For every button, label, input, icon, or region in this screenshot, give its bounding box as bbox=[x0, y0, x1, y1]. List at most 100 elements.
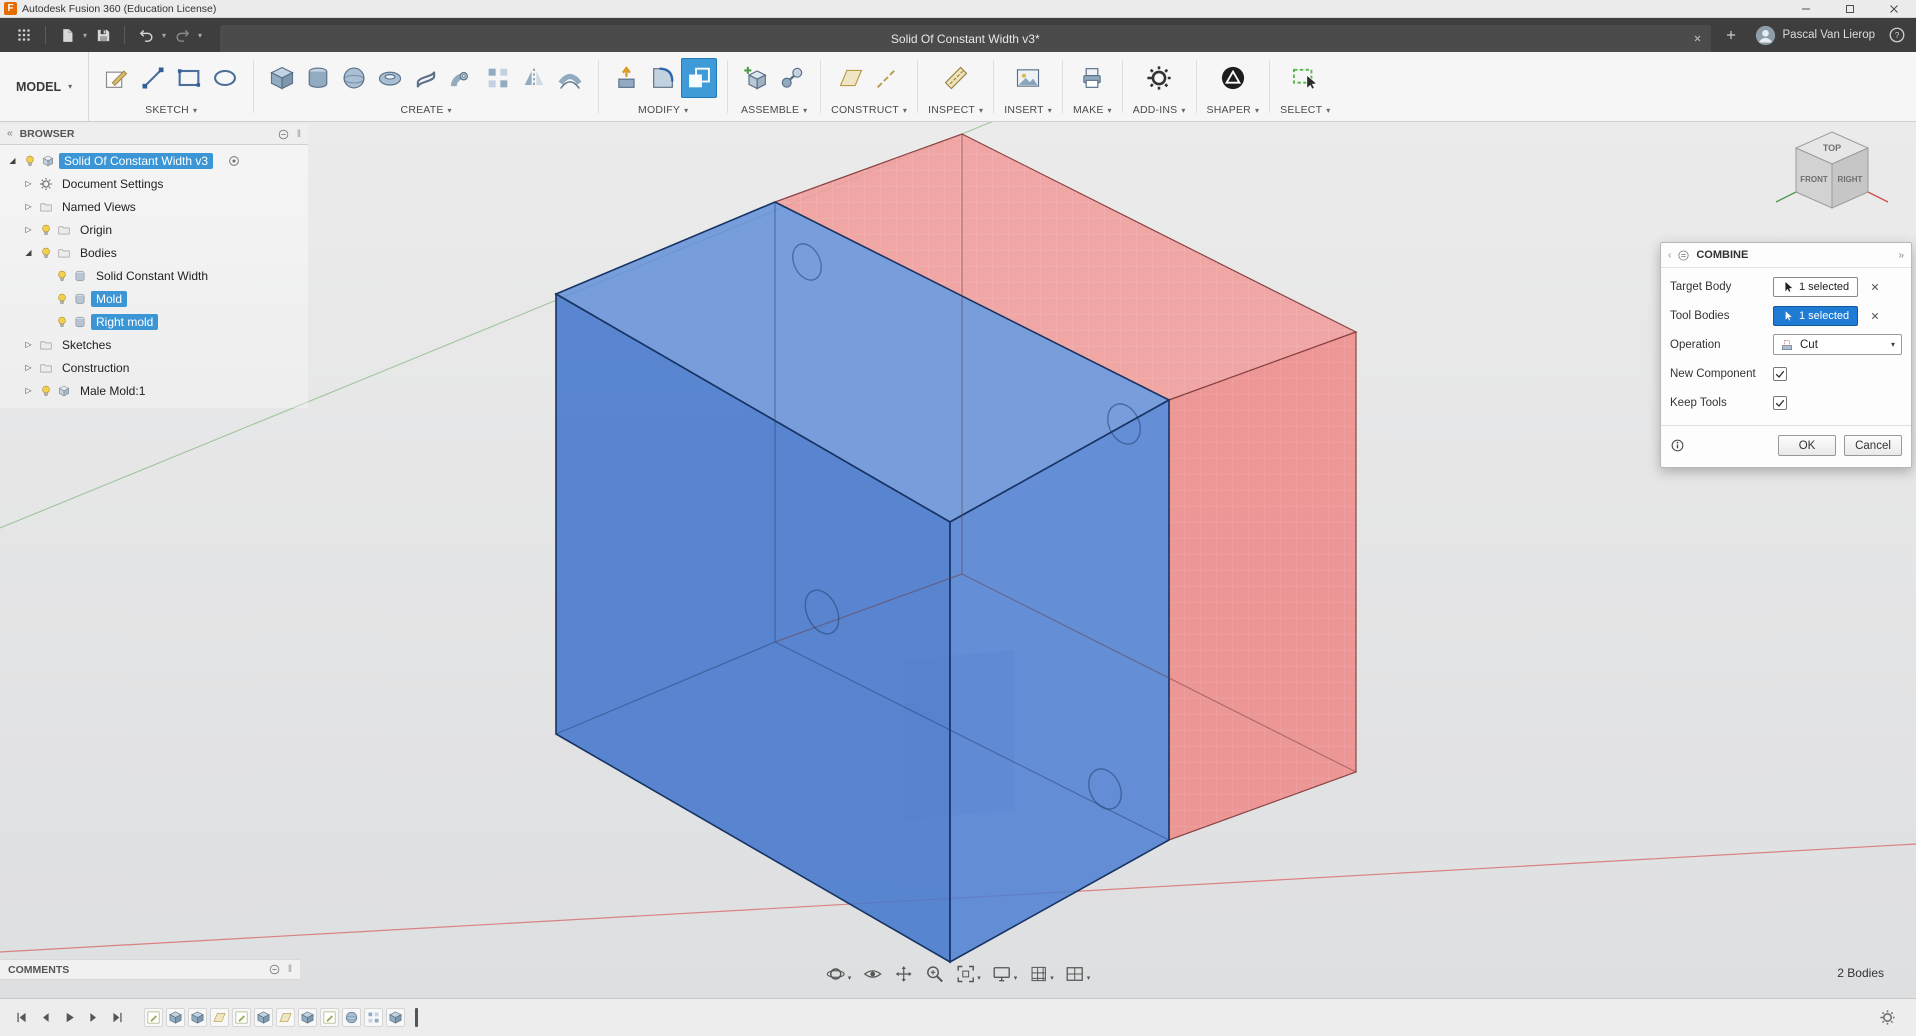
app-grid-icon[interactable] bbox=[11, 22, 37, 48]
select-window-icon[interactable] bbox=[1287, 58, 1323, 98]
browser-item-male-mold-1[interactable]: ▷ Male Mold:1 bbox=[0, 379, 308, 402]
browser-header[interactable]: « BROWSER ‖ bbox=[0, 124, 308, 145]
sketch-line-icon[interactable] bbox=[135, 58, 171, 98]
timeline-settings-icon[interactable] bbox=[1879, 1009, 1896, 1026]
browser-collapse-icon[interactable]: « bbox=[7, 129, 13, 139]
expander-collapsed-icon[interactable]: ▷ bbox=[22, 340, 35, 349]
create-sketch-icon[interactable] bbox=[99, 58, 135, 98]
timeline-feature-pattern1[interactable] bbox=[364, 1008, 383, 1027]
help-icon[interactable]: ? bbox=[1887, 26, 1906, 45]
browser-item-named-views[interactable]: ▷ Named Views bbox=[0, 195, 308, 218]
thicken-icon[interactable] bbox=[552, 58, 588, 98]
browser-item-bodies[interactable]: ◢ Bodies bbox=[0, 241, 308, 264]
ribbon-menu-add-ins[interactable]: ADD-INS ▾ bbox=[1133, 101, 1186, 121]
make-icon[interactable] bbox=[1074, 58, 1110, 98]
redo-icon[interactable] bbox=[169, 22, 195, 48]
activate-component-radio-icon[interactable] bbox=[227, 154, 241, 168]
timeline-position-marker[interactable] bbox=[415, 1008, 418, 1027]
expander-collapsed-icon[interactable]: ▷ bbox=[22, 179, 35, 188]
press-pull-icon[interactable] bbox=[609, 58, 645, 98]
pattern-icon[interactable] bbox=[480, 58, 516, 98]
fit-icon[interactable]: ▾ bbox=[955, 964, 981, 984]
timeline-feature-plane2[interactable] bbox=[276, 1008, 295, 1027]
dialog-header[interactable]: ‹ COMBINE » bbox=[1661, 243, 1911, 268]
expander-expanded-icon[interactable]: ◢ bbox=[6, 156, 19, 165]
viewcube-front-label[interactable]: FRONT bbox=[1800, 175, 1828, 184]
combine-icon[interactable] bbox=[681, 58, 718, 98]
ribbon-menu-inspect[interactable]: INSPECT ▾ bbox=[928, 101, 983, 121]
timeline-feature-sphere1[interactable] bbox=[342, 1008, 361, 1027]
timeline-feature-sketch2[interactable] bbox=[232, 1008, 251, 1027]
orbit-icon[interactable]: ▾ bbox=[826, 964, 851, 984]
viewport[interactable]: « BROWSER ‖ ◢ Solid Of Constant Width v3 ▷… bbox=[0, 122, 1916, 998]
ribbon-menu-sketch[interactable]: SKETCH ▾ bbox=[145, 101, 197, 121]
browser-item-document-settings[interactable]: ▷ Document Settings bbox=[0, 172, 308, 195]
browser-item-solid-constant-width[interactable]: Solid Constant Width bbox=[0, 264, 308, 287]
expander-collapsed-icon[interactable]: ▷ bbox=[22, 225, 35, 234]
info-icon[interactable] bbox=[1670, 438, 1685, 453]
browser-resize-grip[interactable]: ‖ bbox=[297, 129, 301, 140]
window-minimize-button[interactable] bbox=[1784, 0, 1828, 17]
document-tab[interactable]: Solid Of Constant Width v3* bbox=[220, 25, 1711, 52]
user-account[interactable]: Pascal Van Lierop bbox=[1755, 25, 1875, 46]
torus-icon[interactable] bbox=[372, 58, 408, 98]
timeline-feature-split1[interactable] bbox=[298, 1008, 317, 1027]
look-at-icon[interactable] bbox=[862, 964, 882, 984]
sketch-ellipse-icon[interactable] bbox=[207, 58, 243, 98]
skip-end-icon[interactable] bbox=[108, 1009, 126, 1027]
dialog-collapse-icon[interactable]: ‹ bbox=[1668, 250, 1671, 261]
ribbon-menu-select[interactable]: SELECT ▾ bbox=[1280, 101, 1330, 121]
mirror-icon[interactable] bbox=[516, 58, 552, 98]
dialog-handle-icon[interactable] bbox=[1677, 249, 1690, 262]
timeline-feature-fillet1[interactable] bbox=[188, 1008, 207, 1027]
browser-item-solid-of-constant-width-v3[interactable]: ◢ Solid Of Constant Width v3 bbox=[0, 149, 308, 172]
pipe-icon[interactable] bbox=[444, 58, 480, 98]
browser-item-right-mold[interactable]: Right mold bbox=[0, 310, 308, 333]
pan-icon[interactable] bbox=[893, 964, 913, 984]
new-component-icon[interactable] bbox=[738, 58, 774, 98]
step-forward-icon[interactable] bbox=[84, 1009, 102, 1027]
new-tab-button[interactable] bbox=[1719, 23, 1743, 47]
expander-collapsed-icon[interactable]: ▷ bbox=[22, 363, 35, 372]
ribbon-menu-shaper[interactable]: SHAPER ▾ bbox=[1207, 101, 1260, 121]
tab-close-icon[interactable] bbox=[1692, 33, 1703, 44]
sketch-rectangle-icon[interactable] bbox=[171, 58, 207, 98]
clear-selection-icon[interactable] bbox=[1869, 310, 1881, 322]
new-component-checkbox[interactable] bbox=[1773, 366, 1787, 381]
measure-icon[interactable] bbox=[938, 58, 974, 98]
ribbon-menu-insert[interactable]: INSERT ▾ bbox=[1004, 101, 1052, 121]
viewcube-top-label[interactable]: TOP bbox=[1823, 143, 1841, 153]
step-back-icon[interactable] bbox=[36, 1009, 54, 1027]
dialog-expand-icon[interactable]: » bbox=[1898, 250, 1904, 261]
scripts-addins-icon[interactable] bbox=[1141, 58, 1177, 98]
timeline-feature-extrude1[interactable] bbox=[166, 1008, 185, 1027]
expander-expanded-icon[interactable]: ◢ bbox=[22, 248, 35, 257]
undo-icon[interactable] bbox=[133, 22, 159, 48]
save-icon[interactable] bbox=[90, 22, 116, 48]
browser-item-origin[interactable]: ▷ Origin bbox=[0, 218, 308, 241]
timeline-feature-combine1[interactable] bbox=[386, 1008, 405, 1027]
cancel-button[interactable]: Cancel bbox=[1844, 435, 1902, 456]
grid-settings-icon[interactable]: ▾ bbox=[1028, 964, 1054, 984]
sphere-icon[interactable] bbox=[336, 58, 372, 98]
insert-image-icon[interactable] bbox=[1010, 58, 1046, 98]
tool-bodies-selection-button[interactable]: 1 selected bbox=[1773, 305, 1859, 326]
browser-item-construction[interactable]: ▷ Construction bbox=[0, 356, 308, 379]
browser-item-sketches[interactable]: ▷ Sketches bbox=[0, 333, 308, 356]
ribbon-menu-create[interactable]: CREATE ▾ bbox=[401, 101, 452, 121]
coil-icon[interactable] bbox=[408, 58, 444, 98]
skip-start-icon[interactable] bbox=[12, 1009, 30, 1027]
timeline-feature-plane1[interactable] bbox=[210, 1008, 229, 1027]
ok-button[interactable]: OK bbox=[1778, 435, 1836, 456]
timeline-feature-extrude2[interactable] bbox=[254, 1008, 273, 1027]
target-body-selection-button[interactable]: 1 selected bbox=[1773, 276, 1859, 297]
display-settings-icon[interactable]: ▾ bbox=[992, 964, 1017, 984]
viewcube-right-label[interactable]: RIGHT bbox=[1838, 175, 1863, 184]
cylinder-icon[interactable] bbox=[300, 58, 336, 98]
ribbon-menu-assemble[interactable]: ASSEMBLE ▾ bbox=[741, 101, 807, 121]
box-icon[interactable] bbox=[264, 58, 300, 98]
fillet-icon[interactable] bbox=[645, 58, 681, 98]
keep-tools-checkbox[interactable] bbox=[1773, 395, 1787, 410]
viewports-icon[interactable]: ▾ bbox=[1065, 964, 1090, 984]
browser-options-icon[interactable] bbox=[277, 128, 290, 141]
